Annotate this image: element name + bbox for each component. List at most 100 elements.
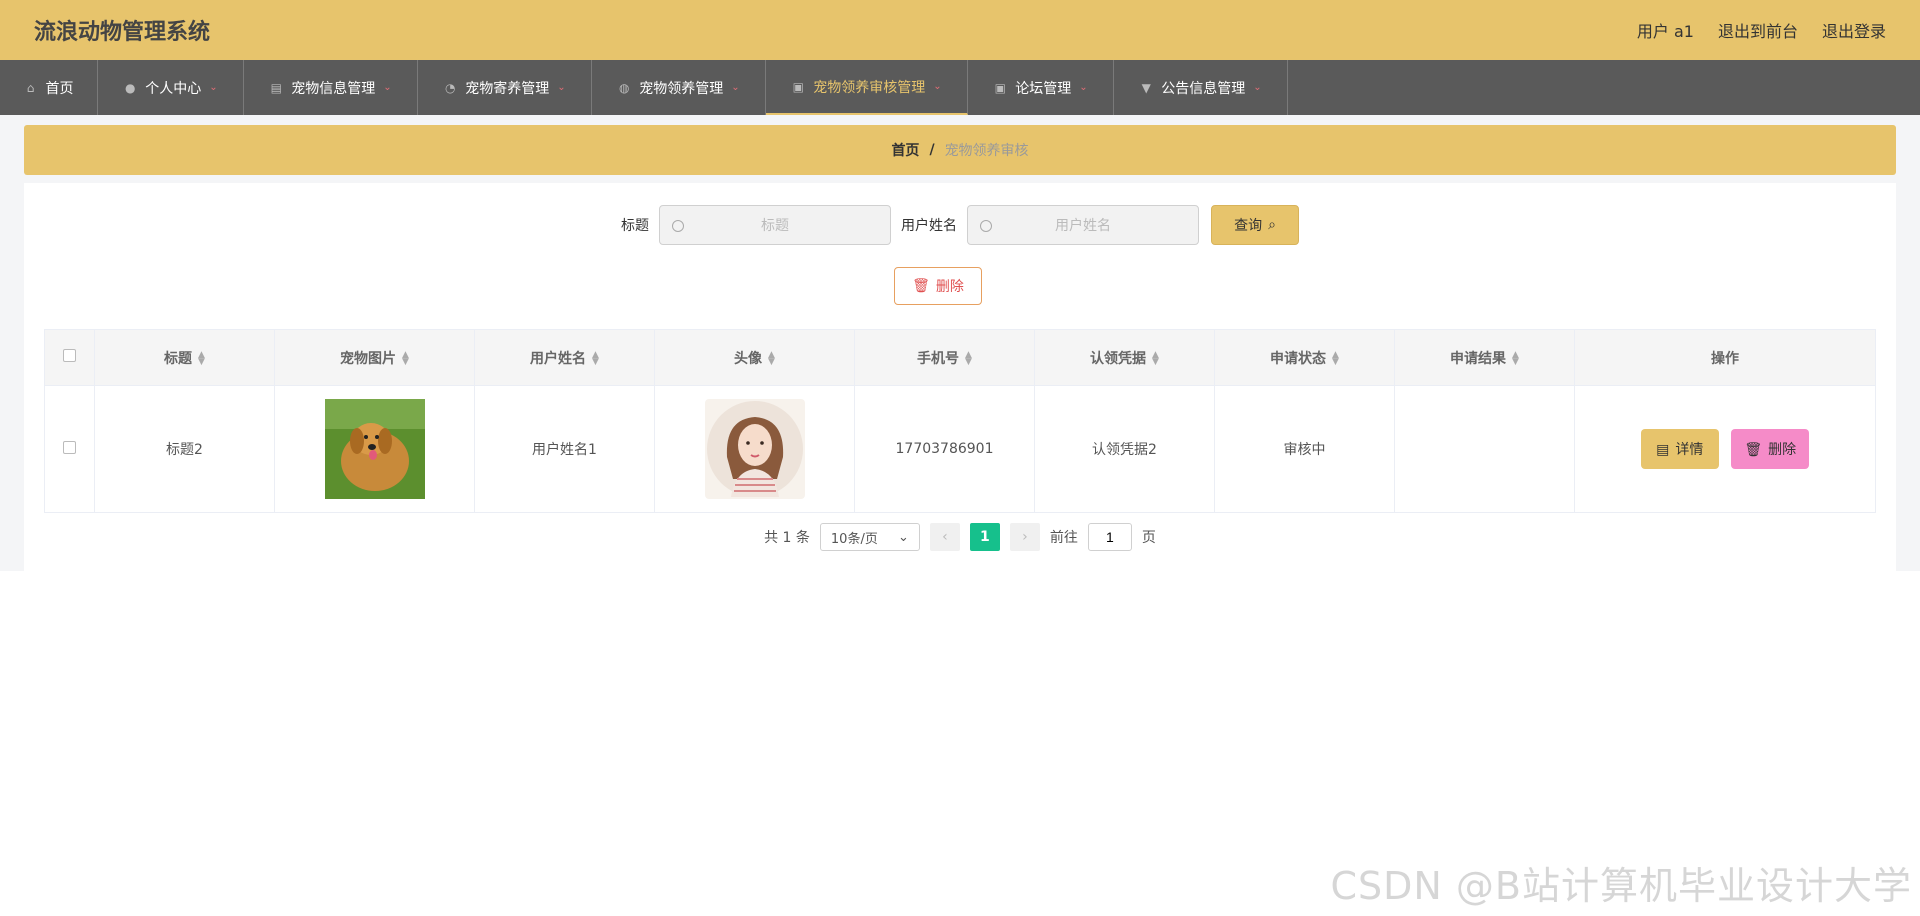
main-content: 标题 用户姓名 查询 ⌕ 🗑 删除 标题▲▼ 宠物图片▲▼ 用户姓名▲▼ 头像▲… xyxy=(24,183,1896,571)
sort-icon[interactable]: ▲ ▼ xyxy=(592,350,599,366)
breadcrumb-separator: / xyxy=(929,142,935,158)
breadcrumb: 首页 / 宠物领养审核 xyxy=(24,125,1896,175)
sort-icon[interactable]: ▲ ▼ xyxy=(768,350,775,366)
column-header[interactable]: 用户姓名 ▲ ▼ xyxy=(474,329,655,386)
next-page-button[interactable]: › xyxy=(1009,523,1040,551)
cell-phone: 17703786901 xyxy=(854,385,1035,513)
column-header[interactable]: 手机号 ▲ ▼ xyxy=(854,329,1035,386)
document-icon: ▤ xyxy=(1656,440,1670,457)
column-header[interactable]: 宠物图片 ▲ ▼ xyxy=(274,329,475,386)
top-links: 用户 a1 退出到前台 退出登录 xyxy=(1637,18,1886,42)
nav-item-pet-info[interactable]: ▤ 宠物信息管理 ⌄ xyxy=(244,60,418,115)
chevron-down-icon: ⌄ xyxy=(383,82,392,93)
home-icon: ⌂ xyxy=(26,80,35,95)
table-row: 标题2 用户姓名1 17703786901 认领凭据2 审核中 ▤ 详情 🗑 删… xyxy=(44,385,1876,513)
top-bar: 流浪动物管理系统 用户 a1 退出到前台 退出登录 xyxy=(0,0,1920,60)
prev-page-button[interactable]: ‹ xyxy=(929,523,960,551)
cell-title: 标题2 xyxy=(94,385,275,513)
row-delete-button[interactable]: 🗑 删除 xyxy=(1731,429,1810,469)
chart-icon: ▤ xyxy=(270,80,282,95)
sort-icon[interactable]: ▲ ▼ xyxy=(198,350,205,366)
select-all-checkbox[interactable] xyxy=(63,349,76,362)
sort-icon[interactable]: ▲ ▼ xyxy=(1332,350,1339,366)
table-header-row: 标题 ▲ ▼ 宠物图片 ▲ ▼ 用户姓名 ▲ ▼ 头像 ▲ ▼ 手机号 ▲ ▼ 认领凭据 ▲ ▼ 申请状… xyxy=(44,329,1876,386)
page-suffix: 页 xyxy=(1141,530,1156,546)
cell-result xyxy=(1394,385,1575,513)
main-nav: ⌂ 首页 ● 个人中心 ⌄ ▤ 宠物信息管理 ⌄ ◔ 宠物寄养管理 ⌄ ◍ 宠物… xyxy=(0,60,1920,115)
username-search-input[interactable] xyxy=(980,217,1186,233)
chevron-down-icon: ⌄ xyxy=(209,82,218,93)
total-count: 共 1 条 xyxy=(764,530,810,546)
search-row: 标题 用户姓名 查询 ⌕ xyxy=(24,205,1896,245)
chevron-down-icon: ⌄ xyxy=(557,82,566,93)
nav-label: 首页 xyxy=(45,80,74,97)
cell-pet-image xyxy=(274,385,475,513)
nav-item-forum[interactable]: ▣ 论坛管理 ⌄ xyxy=(968,60,1114,115)
goto-page-input[interactable] xyxy=(1087,523,1132,551)
cell-status: 审核中 xyxy=(1214,385,1395,513)
username-search-box xyxy=(967,205,1199,245)
nav-item-pet-foster[interactable]: ◔ 宠物寄养管理 ⌄ xyxy=(418,60,592,115)
nav-item-adoption-review[interactable]: ▣ 宠物领养审核管理 ⌄ xyxy=(766,60,968,115)
app-title: 流浪动物管理系统 xyxy=(34,20,211,45)
row-delete-label: 删除 xyxy=(1768,441,1797,457)
nav-item-personal-center[interactable]: ● 个人中心 ⌄ xyxy=(98,60,244,115)
column-header[interactable]: 标题 ▲ ▼ xyxy=(94,329,275,386)
nav-label: 公告信息管理 xyxy=(1161,80,1246,97)
select-all-cell xyxy=(44,329,95,386)
back-to-front-link[interactable]: 退出到前台 xyxy=(1718,18,1798,42)
bell-off-icon: ◔ xyxy=(445,80,456,95)
sort-icon[interactable]: ▲ ▼ xyxy=(402,350,409,366)
nav-label: 宠物寄养管理 xyxy=(465,80,550,97)
nav-label: 宠物信息管理 xyxy=(291,80,376,97)
query-button-label: 查询 xyxy=(1234,218,1263,234)
sort-icon[interactable]: ▲ ▼ xyxy=(1152,350,1159,366)
trash-icon: 🗑 xyxy=(1744,440,1763,457)
pagination: 共 1 条 10条/页 ⌄ ‹ 1 › 前往 页 xyxy=(24,523,1896,551)
batch-delete-button[interactable]: 🗑 删除 xyxy=(894,267,982,305)
watermark: CSDN @B站计算机毕业设计大学 xyxy=(1330,864,1912,908)
column-header[interactable]: 头像 ▲ ▼ xyxy=(654,329,855,386)
search-icon xyxy=(980,220,992,232)
nav-item-pet-adoption[interactable]: ◍ 宠物领养管理 ⌄ xyxy=(592,60,766,115)
logout-link[interactable]: 退出登录 xyxy=(1822,18,1886,42)
page-number-button[interactable]: 1 xyxy=(969,523,1000,551)
nav-label: 宠物领养审核管理 xyxy=(813,79,926,96)
sort-icon[interactable]: ▲ ▼ xyxy=(1512,350,1519,366)
chevron-down-icon: ⌄ xyxy=(1253,82,1262,93)
chevron-down-icon: ⌄ xyxy=(933,81,942,92)
column-header[interactable]: 申请结果 ▲ ▼ xyxy=(1394,329,1575,386)
detail-button-label: 详情 xyxy=(1675,441,1704,457)
chevron-left-icon: ‹ xyxy=(942,529,948,545)
column-header[interactable]: 申请状态 ▲ ▼ xyxy=(1214,329,1395,386)
page-size-select[interactable]: 10条/页 ⌄ xyxy=(819,523,920,551)
avatar[interactable] xyxy=(704,399,805,499)
pet-photo[interactable] xyxy=(324,399,425,499)
chevron-down-icon: ⌄ xyxy=(731,82,740,93)
cell-actions: ▤ 详情 🗑 删除 xyxy=(1574,385,1876,513)
title-search-input[interactable] xyxy=(672,217,878,233)
goto-label: 前往 xyxy=(1049,530,1078,546)
user-label[interactable]: 用户 a1 xyxy=(1637,18,1694,42)
nav-item-announcements[interactable]: ▼ 公告信息管理 ⌄ xyxy=(1114,60,1288,115)
sort-icon[interactable]: ▲ ▼ xyxy=(965,350,972,366)
cell-avatar xyxy=(654,385,855,513)
breadcrumb-home[interactable]: 首页 xyxy=(891,140,919,160)
clipboard-check-icon: ▣ xyxy=(994,80,1006,95)
cell-credential: 认领凭据2 xyxy=(1034,385,1215,513)
search-icon xyxy=(672,220,684,232)
row-select-cell xyxy=(44,385,95,513)
title-search-box xyxy=(659,205,891,245)
query-button[interactable]: 查询 ⌕ xyxy=(1211,205,1299,245)
trash-icon: 🗑 xyxy=(912,278,930,294)
batch-delete-label: 删除 xyxy=(935,279,964,295)
page-size-value: 10条/页 xyxy=(830,531,878,547)
detail-button[interactable]: ▤ 详情 xyxy=(1640,429,1719,469)
row-checkbox[interactable] xyxy=(63,440,76,454)
chevron-down-icon: ⌄ xyxy=(898,529,909,545)
nav-label: 论坛管理 xyxy=(1015,80,1072,97)
user-icon: ● xyxy=(125,80,136,95)
nav-item-home[interactable]: ⌂ 首页 xyxy=(0,60,98,115)
column-header[interactable]: 认领凭据 ▲ ▼ xyxy=(1034,329,1215,386)
chevron-down-icon: ⌄ xyxy=(1079,82,1088,93)
